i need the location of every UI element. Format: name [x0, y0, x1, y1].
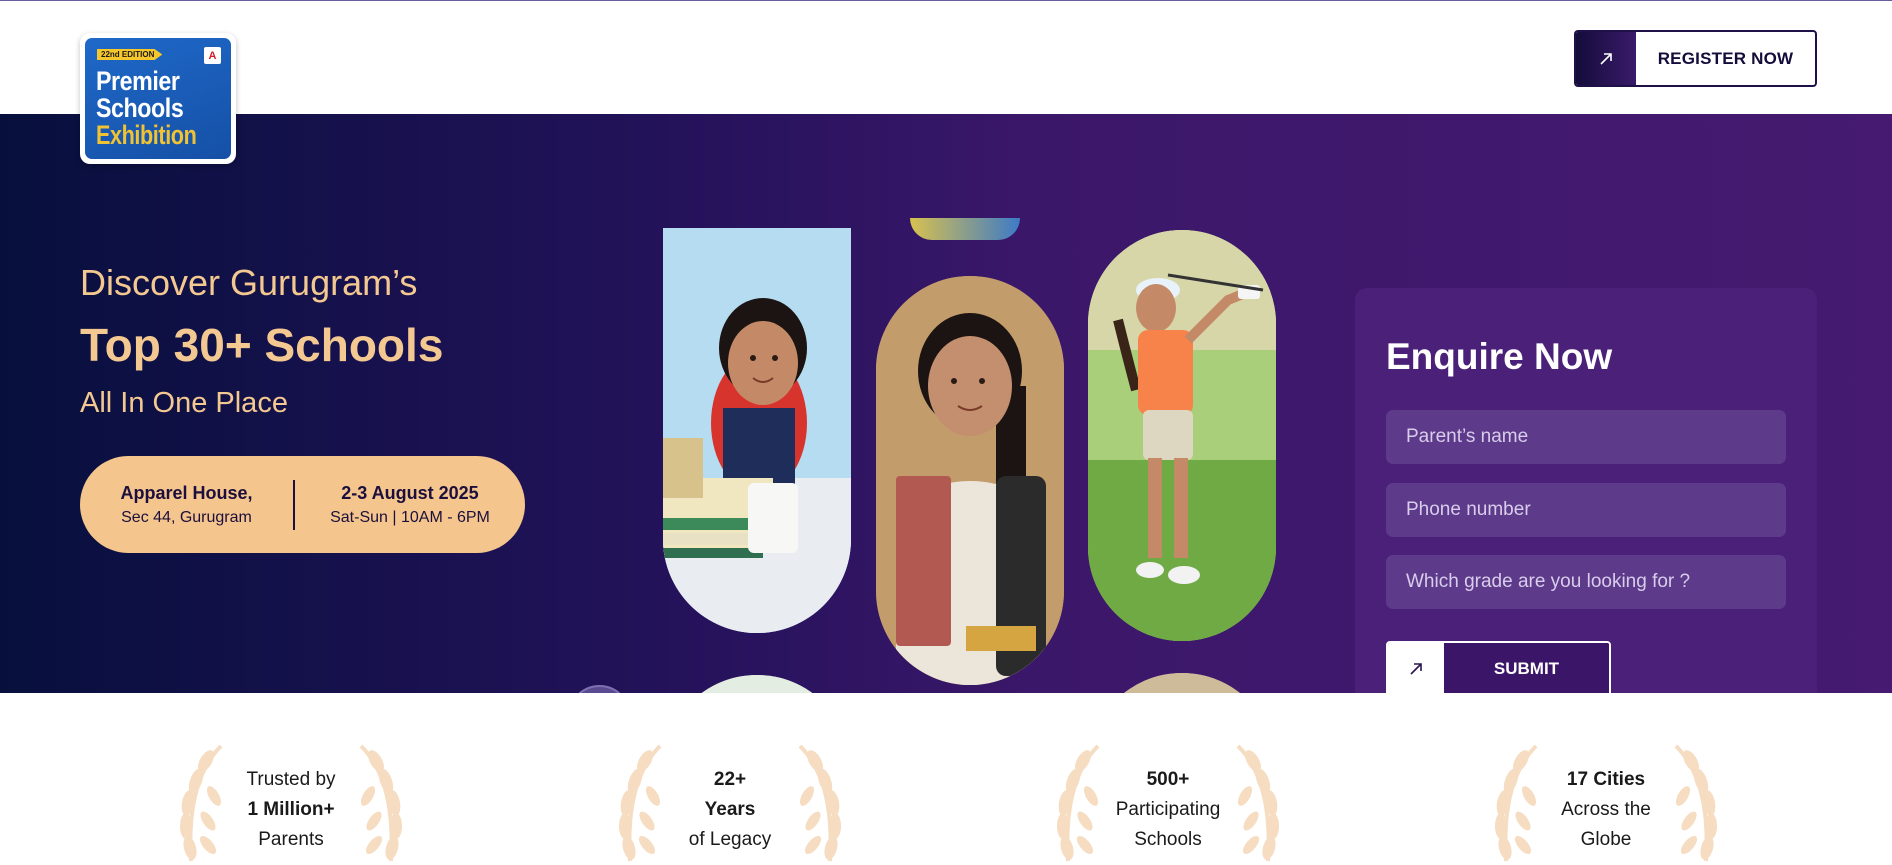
arrow-up-right-icon	[1576, 32, 1636, 85]
stat-legacy: 22+ Years of Legacy	[605, 741, 855, 865]
parent-name-input[interactable]: Parent’s name	[1386, 410, 1786, 464]
register-now-button[interactable]: REGISTER NOW	[1574, 30, 1817, 87]
hero-photo-classroom	[1088, 673, 1276, 693]
venue-subtitle: Sec 44, Gurugram	[121, 508, 252, 526]
register-now-label: REGISTER NOW	[1657, 48, 1794, 68]
date-title: 2-3 August 2025	[341, 482, 479, 503]
venue-title: Apparel House,	[120, 482, 253, 503]
stat-line3: Globe	[1580, 829, 1632, 850]
stat-line1: 22+	[713, 769, 747, 790]
stat-text: 17 Cities Across the Globe	[1481, 765, 1731, 855]
submit-label: SUBMIT	[1444, 643, 1609, 693]
stat-line2: Years	[704, 799, 756, 820]
premier-schools-exhibition-logo[interactable]: 22nd EDITION A Premier Schools Exhibitio…	[80, 33, 236, 164]
logo-edition-tag: 22nd EDITION	[97, 49, 163, 60]
hero-photo-girl-studying	[663, 228, 851, 633]
stat-text: 500+ Participating Schools	[1043, 765, 1293, 855]
hero-heading-line3: All In One Place	[80, 387, 288, 419]
stat-line1: 500+	[1146, 769, 1190, 790]
stat-schools: 500+ Participating Schools	[1043, 741, 1293, 865]
stat-text: Trusted by 1 Million+ Parents	[166, 765, 416, 855]
event-info-pill: Apparel House, Sec 44, Gurugram 2-3 Augu…	[80, 456, 525, 553]
logo-line3: Exhibition	[96, 120, 197, 150]
stats-section: Trusted by 1 Million+ Parents 22+ Years …	[0, 693, 1892, 865]
logo-line2: Schools	[96, 93, 184, 123]
stat-line3: of Legacy	[688, 829, 772, 850]
phone-number-input[interactable]: Phone number	[1386, 483, 1786, 537]
hero-photo-top-partial	[910, 218, 1020, 240]
stat-text: 22+ Years of Legacy	[605, 765, 855, 855]
stat-trusted: Trusted by 1 Million+ Parents	[166, 741, 416, 865]
stat-line2: 1 Million+	[247, 799, 335, 820]
hero-heading-line1: Discover Gurugram’s	[80, 262, 418, 303]
venue-info: Apparel House, Sec 44, Gurugram	[80, 483, 293, 527]
stat-cities: 17 Cities Across the Globe	[1481, 741, 1731, 865]
grade-select[interactable]: Which grade are you looking for ?	[1386, 555, 1786, 609]
hero-heading-line2: Top 30+ Schools	[80, 319, 444, 371]
hero-photo-pinwheel	[663, 675, 851, 693]
site-header: REGISTER NOW	[0, 1, 1892, 114]
carousel-pause-button[interactable]	[568, 685, 631, 693]
hero-photo-girl-golfing	[1088, 230, 1276, 641]
date-subtitle: Sat-Sun | 10AM - 6PM	[330, 508, 490, 526]
logo-panel: 22nd EDITION A Premier Schools Exhibitio…	[85, 38, 231, 159]
enquiry-form-title: Enquire Now	[1386, 336, 1613, 377]
enquiry-form: Enquire Now Parent’s name Phone number W…	[1355, 288, 1817, 693]
stat-line3: Parents	[258, 829, 324, 850]
stat-line2: Participating	[1115, 799, 1221, 820]
stat-line3: Schools	[1134, 829, 1202, 850]
hero-photo-schoolgirl	[876, 276, 1064, 685]
logo-line1: Premier	[96, 66, 180, 96]
stat-line1: Trusted by	[246, 769, 336, 790]
stat-line2: Across the	[1561, 799, 1651, 820]
date-info: 2-3 August 2025 Sat-Sun | 10AM - 6PM	[295, 483, 525, 527]
stat-line1: 17 Cities	[1566, 769, 1646, 790]
arrow-up-right-icon	[1388, 643, 1444, 693]
submit-button[interactable]: SUBMIT	[1386, 641, 1611, 693]
logo-brand-badge-icon: A	[204, 47, 221, 64]
